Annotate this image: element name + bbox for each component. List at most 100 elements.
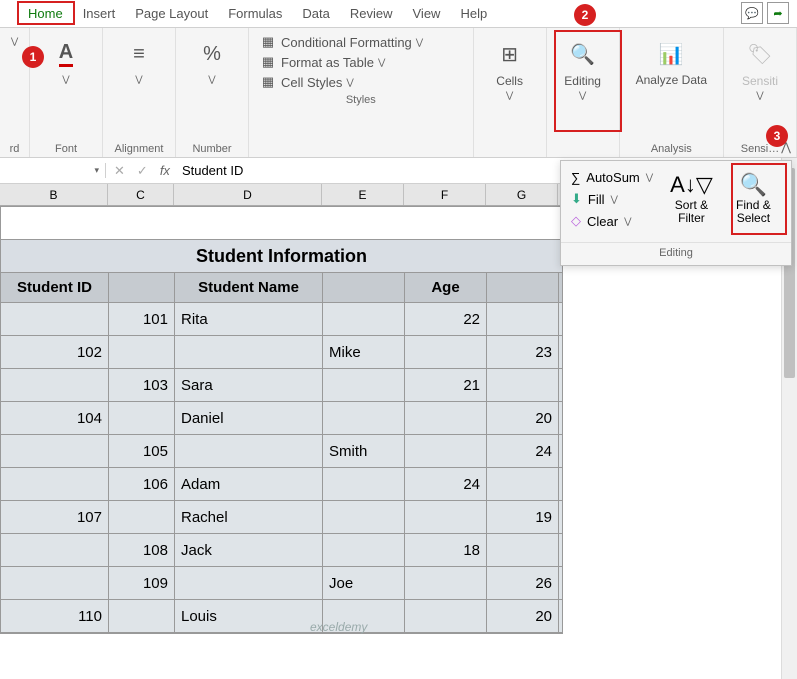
cell[interactable]	[405, 402, 487, 434]
cell[interactable]: 18	[405, 534, 487, 566]
tab-home[interactable]: Home	[18, 2, 73, 25]
share-button[interactable]: ➦	[767, 2, 789, 24]
cell[interactable]	[109, 501, 175, 533]
cell[interactable]	[487, 534, 559, 566]
cell[interactable]: Joe	[323, 567, 405, 599]
cell[interactable]: Jack	[175, 534, 323, 566]
cell[interactable]	[323, 501, 405, 533]
fill-button[interactable]: ⬇ Fill ⋁	[571, 188, 653, 210]
header-blank-g[interactable]	[487, 273, 559, 302]
cell-styles-button[interactable]: ▦ Cell Styles ⋁	[259, 72, 463, 92]
conditional-formatting-button[interactable]: ▦ Conditional Formatting ⋁	[259, 32, 463, 52]
cell[interactable]	[1, 303, 109, 335]
cell[interactable]: Rachel	[175, 501, 323, 533]
cell[interactable]: 24	[405, 468, 487, 500]
cell[interactable]	[323, 468, 405, 500]
comments-button[interactable]: 💬	[741, 2, 763, 24]
tab-view[interactable]: View	[403, 2, 451, 25]
col-C[interactable]: C	[108, 184, 174, 205]
cell[interactable]: Louis	[175, 600, 323, 632]
font-color-button[interactable]: A ⋁	[40, 32, 92, 89]
sheet-title[interactable]: Student Information	[1, 240, 562, 273]
cell[interactable]: 108	[109, 534, 175, 566]
cell[interactable]	[405, 336, 487, 368]
tab-review[interactable]: Review	[340, 2, 403, 25]
cell[interactable]	[323, 369, 405, 401]
cell[interactable]: Adam	[175, 468, 323, 500]
cell[interactable]	[175, 435, 323, 467]
cell[interactable]: 19	[487, 501, 559, 533]
cell[interactable]	[1, 468, 109, 500]
cell[interactable]	[323, 303, 405, 335]
header-student-name[interactable]: Student Name	[175, 273, 323, 302]
cell[interactable]: 24	[487, 435, 559, 467]
cell[interactable]	[109, 336, 175, 368]
tab-insert[interactable]: Insert	[73, 2, 126, 25]
cell[interactable]	[1, 567, 109, 599]
worksheet[interactable]: Student Information Student ID Student N…	[0, 206, 563, 634]
cell[interactable]: 20	[487, 600, 559, 632]
col-D[interactable]: D	[174, 184, 322, 205]
cell[interactable]	[1, 369, 109, 401]
cell[interactable]: 22	[405, 303, 487, 335]
header-age[interactable]: Age	[405, 273, 487, 302]
formula-input[interactable]: Student ID	[182, 163, 243, 178]
cell[interactable]	[487, 369, 559, 401]
cell[interactable]	[405, 501, 487, 533]
cell[interactable]: 23	[487, 336, 559, 368]
cell[interactable]	[405, 435, 487, 467]
tab-page-layout[interactable]: Page Layout	[125, 2, 218, 25]
cell[interactable]: 106	[109, 468, 175, 500]
clipboard-button[interactable]: ⋁	[5, 32, 24, 51]
cell[interactable]	[405, 600, 487, 632]
editing-button[interactable]: 🔍 Editing ⋁	[557, 32, 609, 105]
cell[interactable]	[1, 534, 109, 566]
cell[interactable]: Rita	[175, 303, 323, 335]
cell[interactable]: 110	[1, 600, 109, 632]
cell[interactable]: 104	[1, 402, 109, 434]
cell[interactable]: 26	[487, 567, 559, 599]
name-box[interactable]: ▾	[0, 163, 106, 178]
tab-help[interactable]: Help	[450, 2, 497, 25]
col-F[interactable]: F	[404, 184, 486, 205]
analyze-data-button[interactable]: 📊 Analyze Data	[630, 32, 713, 91]
cell[interactable]	[175, 567, 323, 599]
cell[interactable]	[175, 336, 323, 368]
cell[interactable]	[487, 303, 559, 335]
col-E[interactable]: E	[322, 184, 404, 205]
autosum-button[interactable]: ∑ AutoSum ⋁	[571, 167, 653, 188]
enter-icon[interactable]: ✓	[137, 163, 148, 179]
cell[interactable]: 101	[109, 303, 175, 335]
tab-data[interactable]: Data	[292, 2, 339, 25]
header-blank-c[interactable]	[109, 273, 175, 302]
fx-icon[interactable]: fx	[160, 163, 170, 178]
cell[interactable]	[323, 402, 405, 434]
cell[interactable]: Smith	[323, 435, 405, 467]
find-select-button[interactable]: 🔍 Find & Select	[722, 167, 785, 229]
sensitivity-button[interactable]: 🏷 Sensiti ⋁	[734, 32, 786, 105]
cell[interactable]: 109	[109, 567, 175, 599]
cell[interactable]: Sara	[175, 369, 323, 401]
cells-button[interactable]: ⊞ Cells ⋁	[484, 32, 536, 105]
alignment-button[interactable]: ≡ ⋁	[113, 32, 165, 89]
cell[interactable]: 102	[1, 336, 109, 368]
cell[interactable]: 21	[405, 369, 487, 401]
clear-button[interactable]: ◇ Clear ⋁	[571, 210, 653, 232]
cell[interactable]: 107	[1, 501, 109, 533]
cell[interactable]: Daniel	[175, 402, 323, 434]
col-G[interactable]: G	[486, 184, 558, 205]
number-button[interactable]: % ⋁	[186, 32, 238, 89]
cell[interactable]: Mike	[323, 336, 405, 368]
cell[interactable]	[323, 534, 405, 566]
cell[interactable]	[1, 435, 109, 467]
header-student-id[interactable]: Student ID	[1, 273, 109, 302]
cell[interactable]	[487, 468, 559, 500]
col-B[interactable]: B	[0, 184, 108, 205]
tab-formulas[interactable]: Formulas	[218, 2, 292, 25]
cell[interactable]	[109, 600, 175, 632]
cell[interactable]: 103	[109, 369, 175, 401]
sort-filter-button[interactable]: A↓▽ Sort & Filter	[663, 167, 720, 229]
cell[interactable]: 20	[487, 402, 559, 434]
header-blank-e[interactable]	[323, 273, 405, 302]
cell[interactable]	[109, 402, 175, 434]
